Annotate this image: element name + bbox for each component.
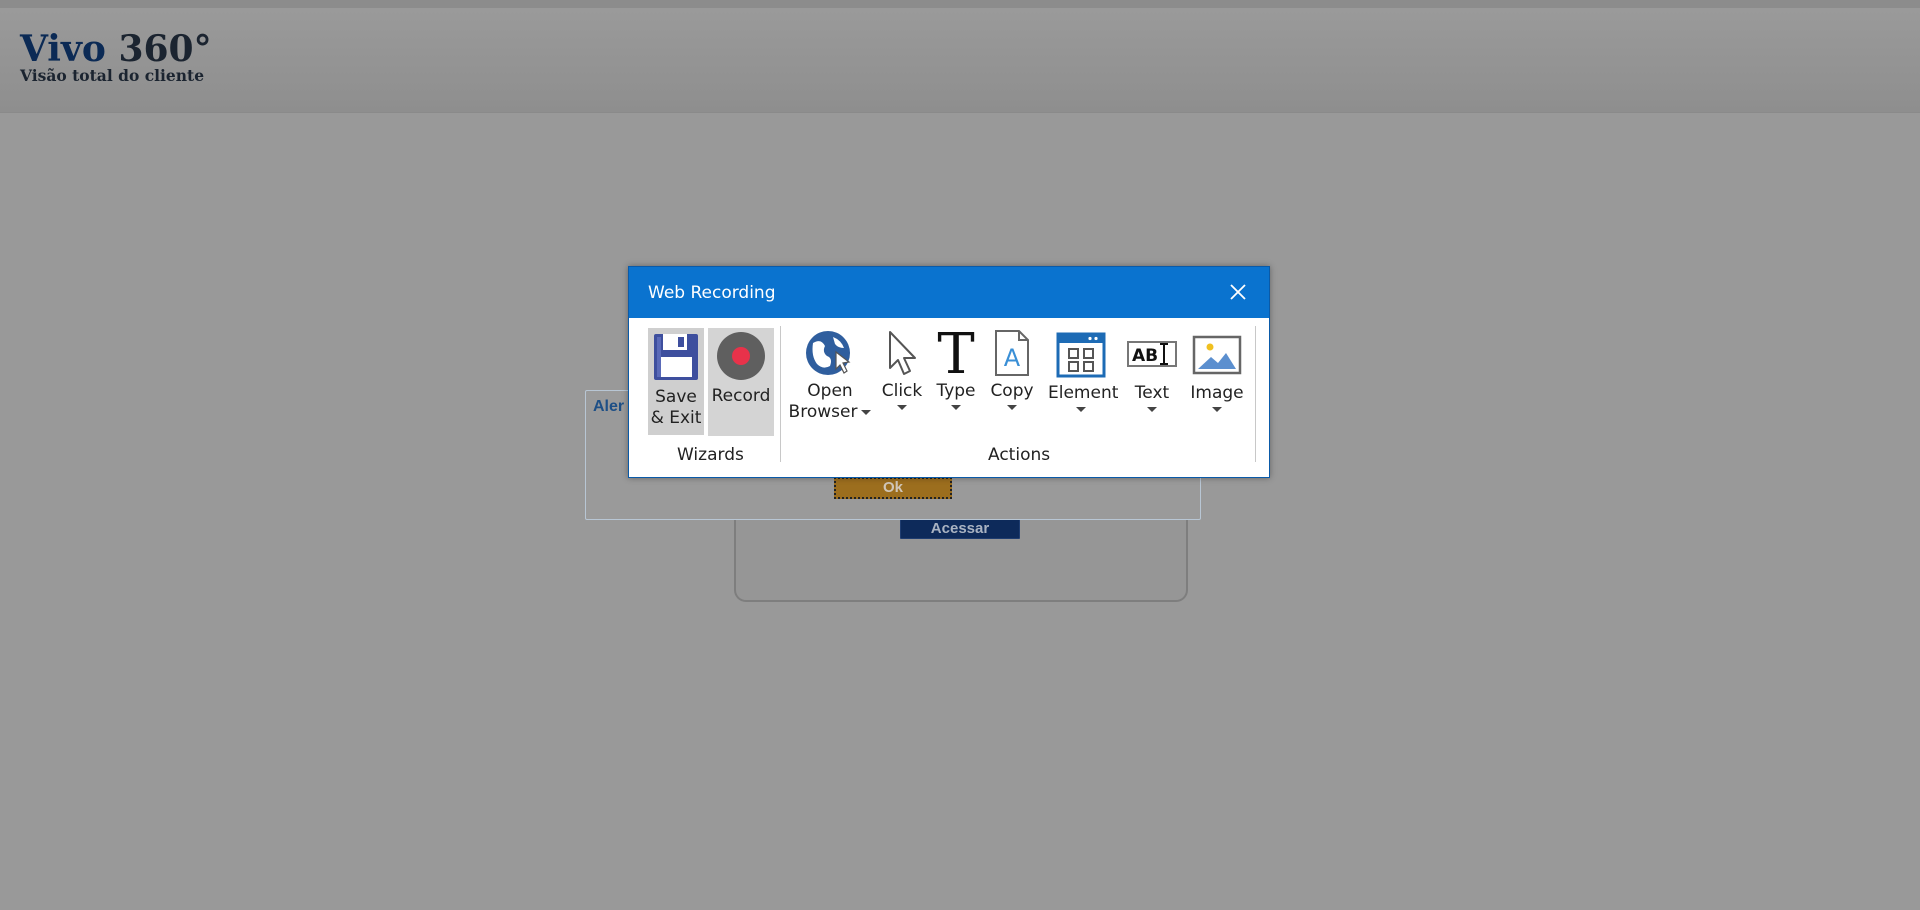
copy-document-icon: A: [995, 330, 1029, 376]
chevron-down-icon: [951, 405, 961, 410]
open-browser-label-line1: Open: [807, 381, 853, 401]
mouse-pointer-icon: [889, 331, 916, 375]
save-exit-button[interactable]: Save & Exit: [648, 328, 704, 435]
save-exit-label-line1: Save: [655, 387, 697, 407]
open-browser-label-line2: Browser: [787, 402, 873, 423]
alert-title: Aler: [593, 398, 625, 415]
chevron-down-icon: [897, 405, 907, 410]
record-label: Record: [711, 386, 771, 406]
text-button[interactable]: AB Text: [1125, 328, 1179, 412]
web-recording-window: Web Recording Save & Exit Record Open Br…: [628, 266, 1270, 478]
image-button[interactable]: Image: [1187, 328, 1247, 412]
svg-text:A: A: [1004, 344, 1021, 372]
copy-button[interactable]: A Copy: [989, 328, 1035, 410]
image-label: Image: [1190, 383, 1244, 403]
type-t-icon: T: [937, 328, 974, 378]
window-titlebar[interactable]: Web Recording: [629, 267, 1269, 318]
logo-number: 360°: [118, 28, 212, 70]
chevron-down-icon: [1007, 405, 1017, 410]
record-icon: [717, 332, 765, 380]
page-header: Vivo 360° Visão total do cliente: [0, 8, 1920, 113]
alert-ok-button[interactable]: Ok: [834, 477, 952, 499]
page-top-strip: [0, 0, 1920, 8]
wizards-group-label: Wizards: [677, 445, 744, 465]
logo-title: Vivo 360°: [20, 30, 212, 68]
click-button[interactable]: Click: [879, 328, 925, 410]
group-divider: [780, 326, 781, 462]
globe-cursor-icon: [806, 331, 851, 375]
element-button[interactable]: Element: [1048, 328, 1119, 412]
window-title: Web Recording: [648, 283, 776, 303]
record-button[interactable]: Record: [708, 328, 774, 436]
open-browser-button[interactable]: Open Browser: [787, 328, 873, 423]
logo-subtitle: Visão total do cliente: [20, 66, 205, 85]
vivo-logo: Vivo 360° Visão total do cliente: [20, 30, 212, 85]
chevron-down-icon: [861, 409, 872, 415]
floppy-disk-icon: [654, 334, 698, 380]
text-label: Text: [1134, 383, 1170, 403]
element-grid-icon: [1056, 332, 1106, 378]
element-label: Element: [1048, 383, 1119, 403]
image-icon: [1192, 335, 1242, 375]
svg-text:AB: AB: [1132, 346, 1158, 366]
chevron-down-icon: [1212, 407, 1222, 412]
logo-brand: Vivo: [20, 28, 106, 70]
close-icon[interactable]: [1225, 279, 1251, 305]
ribbon-body: Save & Exit Record Open Browser Click T …: [629, 318, 1269, 477]
ribbon-end-divider: [1255, 326, 1256, 462]
chevron-down-icon: [1076, 407, 1086, 412]
save-exit-label-line2: & Exit: [650, 408, 702, 428]
chevron-down-icon: [1147, 407, 1157, 412]
type-button[interactable]: T Type: [933, 328, 979, 410]
type-label: Type: [936, 381, 976, 401]
text-abi-icon: AB: [1127, 341, 1177, 367]
svg-text:T: T: [937, 328, 974, 378]
click-label: Click: [881, 381, 923, 401]
access-button[interactable]: Acessar: [900, 517, 1020, 539]
copy-label: Copy: [990, 381, 1034, 401]
actions-group-label: Actions: [988, 445, 1051, 465]
